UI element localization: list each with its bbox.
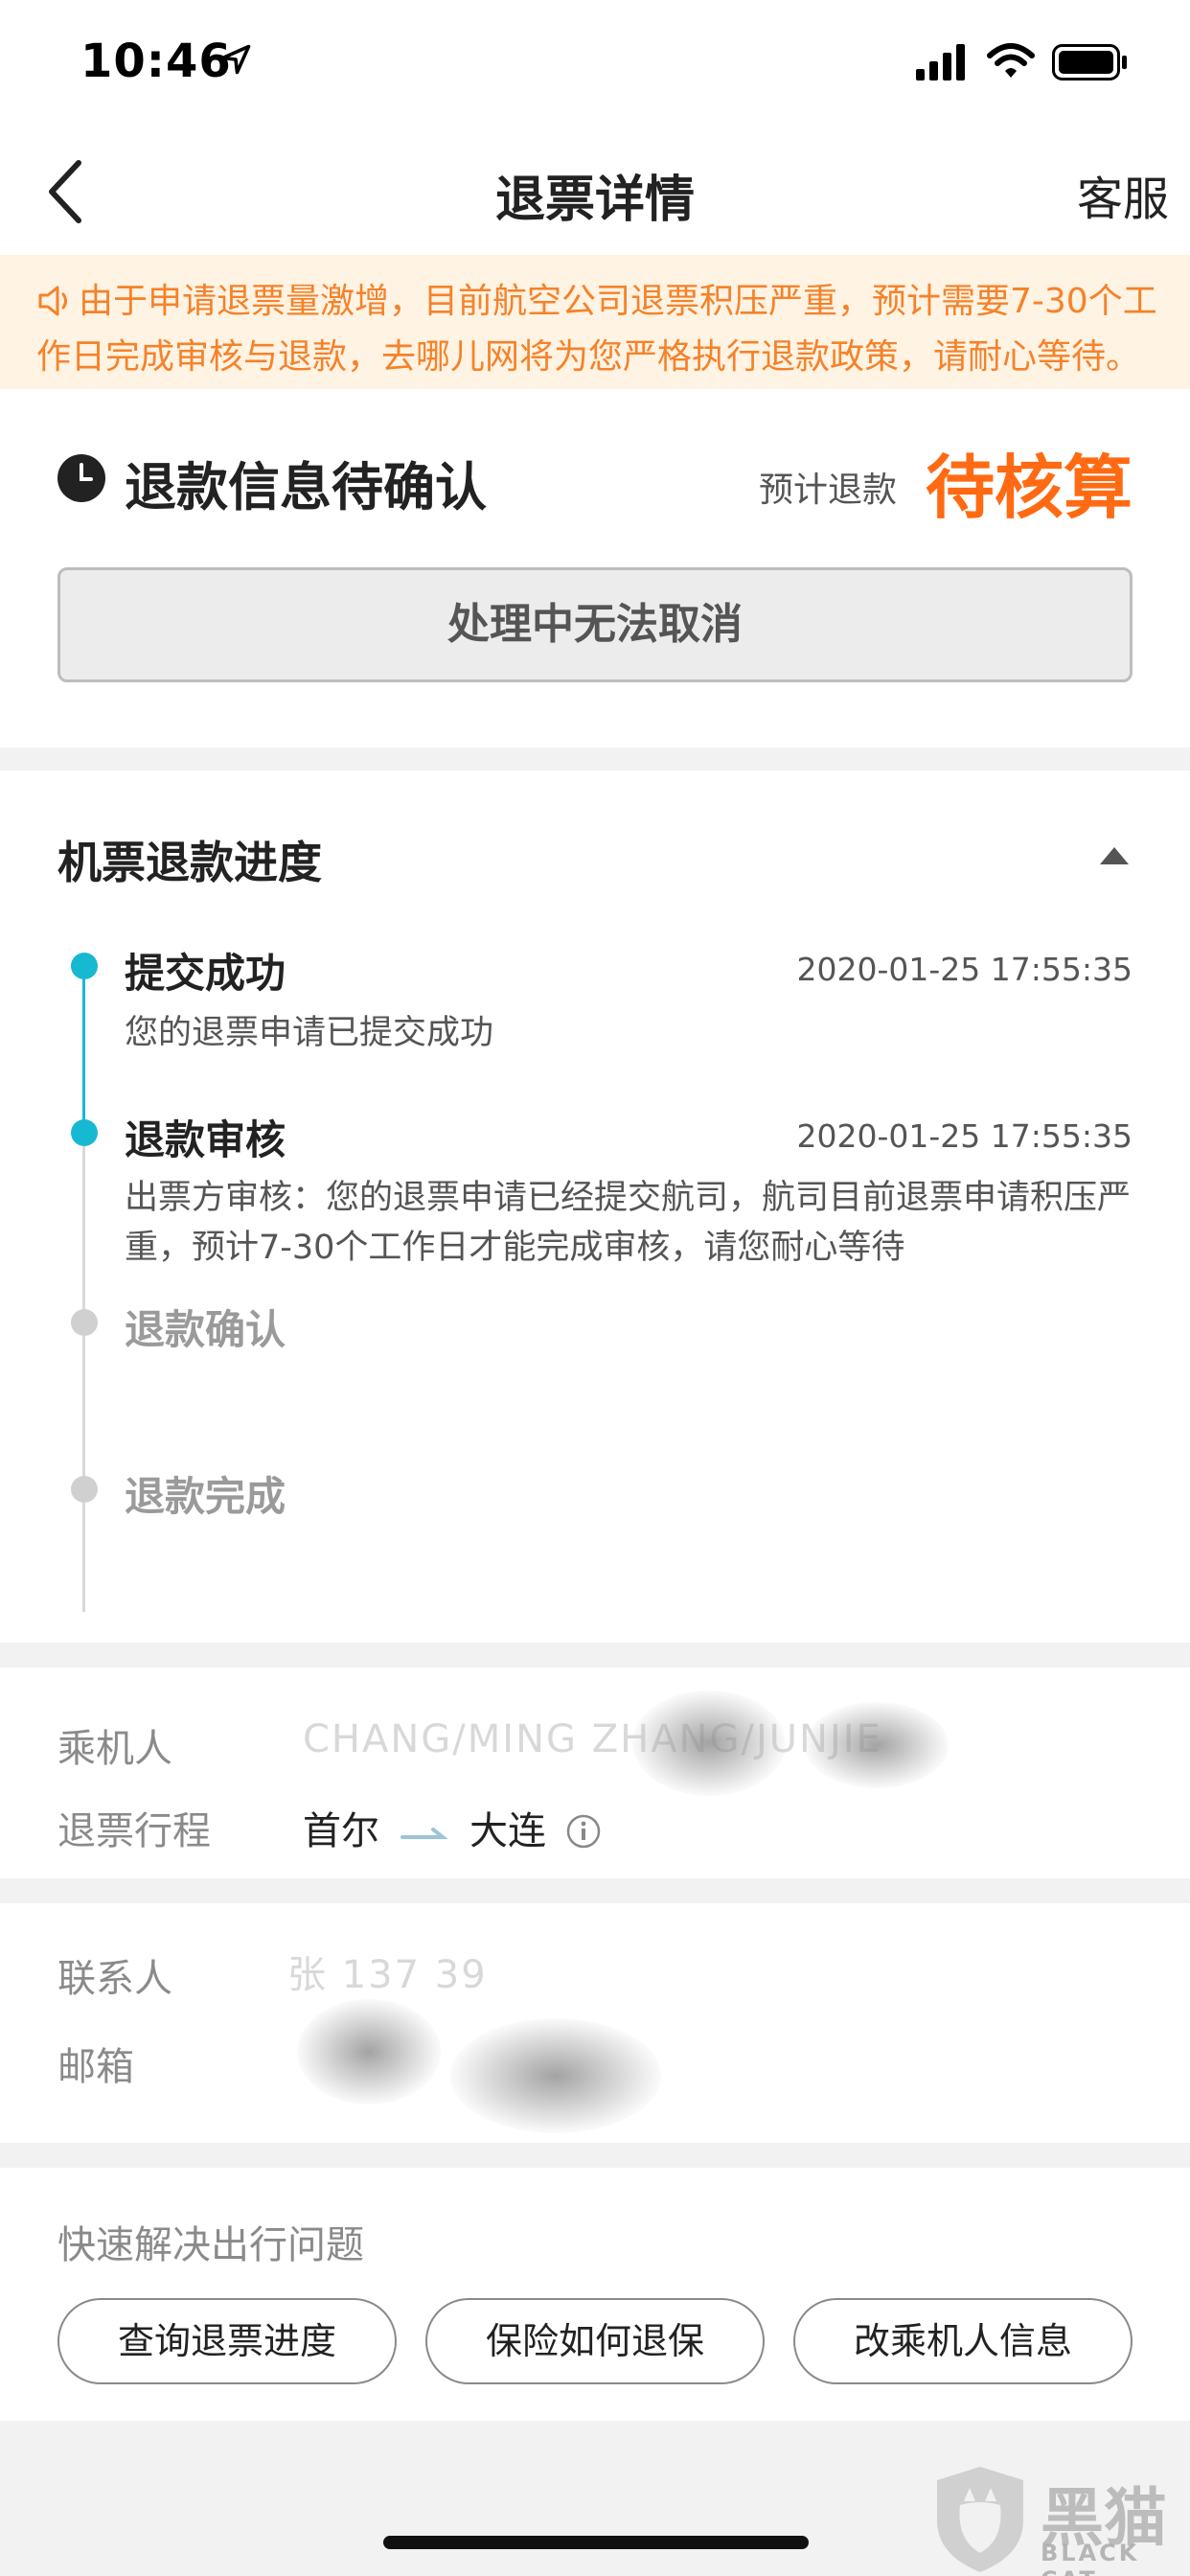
timeline-line-pending <box>82 1133 85 1612</box>
route-label: 退票行程 <box>57 1809 211 1853</box>
step-title: 退款确认 <box>125 1306 286 1353</box>
page-title: 退票详情 <box>494 172 695 229</box>
notice-text: 由于申请退票量激增，目前航空公司退票积压严重，预计需要7-30个工作日完成审核与… <box>36 282 1157 377</box>
email-label: 邮箱 <box>57 2045 134 2089</box>
route-to: 大连 <box>469 1809 546 1853</box>
home-indicator <box>383 2536 809 2549</box>
redaction-smudge <box>297 1999 441 2104</box>
step-title: 退款审核 <box>125 1116 286 1163</box>
refund-state: 退款信息待确认 <box>125 457 487 518</box>
route-from: 首尔 <box>303 1809 379 1853</box>
quick-help-title: 快速解决出行问题 <box>57 2223 364 2267</box>
customer-service-button[interactable]: 客服 <box>1077 161 1169 228</box>
location-arrow-icon <box>220 44 251 75</box>
step-title: 提交成功 <box>125 950 286 997</box>
timeline-line-active <box>82 970 85 1133</box>
step-desc: 您的退票申请已提交成功 <box>125 1014 494 1052</box>
timeline-dot-active <box>71 953 98 979</box>
route-arrow-icon <box>400 1828 448 1839</box>
cancel-disabled-button[interactable]: 处理中无法取消 <box>57 567 1133 682</box>
battery-icon <box>1052 44 1127 80</box>
status-time: 10:46 <box>80 34 232 88</box>
redaction-smudge <box>450 2018 661 2133</box>
speaker-icon <box>38 286 67 316</box>
contact-card: 联系人 张 137 39 邮箱 <box>0 1903 1190 2143</box>
cellular-signal-icon <box>916 44 965 80</box>
change-passenger-button[interactable]: 改乘机人信息 <box>793 2298 1133 2384</box>
timeline-dot-active <box>71 1119 98 1146</box>
watermark: 黑猫 BLACK CAT <box>927 2463 1190 2576</box>
contact-label: 联系人 <box>57 1957 172 2001</box>
timeline-dot-pending <box>71 1476 98 1503</box>
progress-title: 机票退款进度 <box>57 837 322 888</box>
step-title: 退款完成 <box>125 1473 286 1520</box>
route-value: 首尔 大连 <box>303 1800 602 1855</box>
passenger-value: CHANG/MING ZHANG/JUNJIE <box>303 1717 882 1761</box>
quick-help-card: 快速解决出行问题 查询退票进度 保险如何退保 改乘机人信息 <box>0 2168 1190 2421</box>
estimate-value: 待核算 <box>925 448 1133 528</box>
clock-icon <box>57 454 105 502</box>
nav-bar: 退票详情 客服 <box>0 125 1190 255</box>
estimate-label: 预计退款 <box>759 471 898 510</box>
refund-progress-card: 机票退款进度 提交成功 2020-01-25 17:55:35 您的退票申请已提… <box>0 770 1190 1643</box>
insurance-refund-button[interactable]: 保险如何退保 <box>425 2298 765 2384</box>
redaction-smudge <box>632 1690 786 1796</box>
step-time: 2020-01-25 17:55:35 <box>796 1117 1133 1155</box>
status-bar: 10:46 <box>0 0 1190 125</box>
notice-banner: 由于申请退票量激增，目前航空公司退票积压严重，预计需要7-30个工作日完成审核与… <box>0 255 1190 389</box>
wifi-icon <box>987 43 1035 78</box>
cat-shield-icon <box>937 2467 1023 2572</box>
step-time: 2020-01-25 17:55:35 <box>796 951 1133 988</box>
step-desc: 出票方审核：您的退票申请已经提交航司，航司目前退票申请积压严重，预计7-30个工… <box>125 1179 1132 1267</box>
timeline-dot-pending <box>71 1309 98 1336</box>
redaction-smudge <box>805 1702 949 1788</box>
query-refund-progress-button[interactable]: 查询退票进度 <box>57 2298 397 2384</box>
watermark-en: BLACK CAT <box>1041 2540 1140 2576</box>
info-icon[interactable] <box>565 1813 602 1850</box>
refund-status-card: 退款信息待确认 预计退款 待核算 处理中无法取消 <box>0 389 1190 748</box>
passenger-card: 乘机人 CHANG/MING ZHANG/JUNJIE 退票行程 首尔 大连 <box>0 1668 1190 1878</box>
collapse-arrow-icon[interactable] <box>1098 845 1131 866</box>
contact-value: 张 137 39 <box>287 1953 488 1997</box>
passenger-label: 乘机人 <box>57 1727 172 1771</box>
